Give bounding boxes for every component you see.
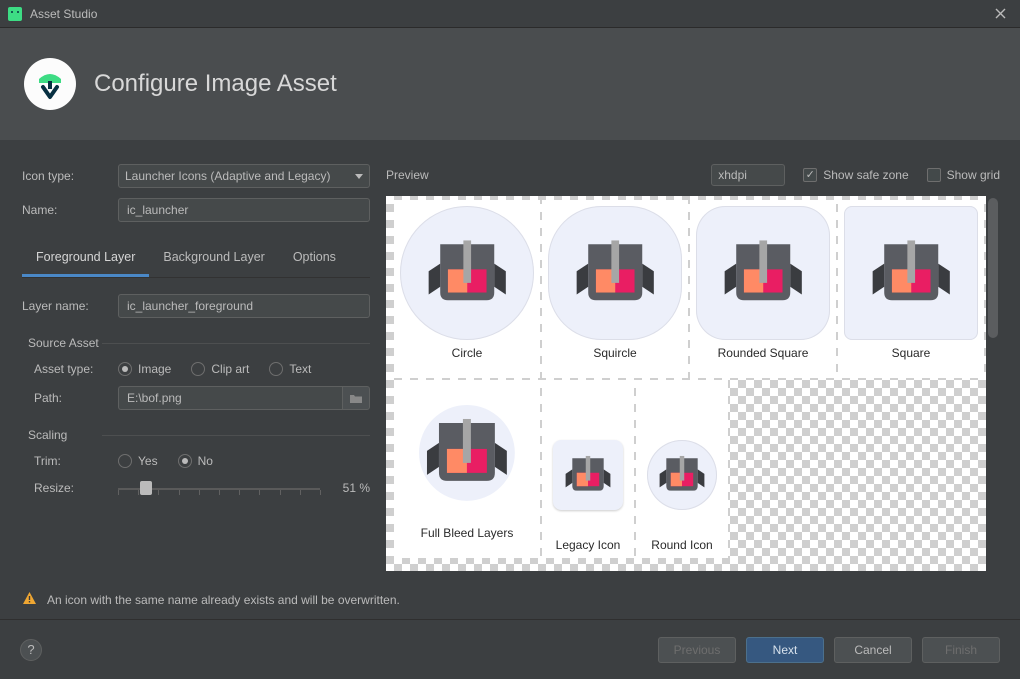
name-label: Name: bbox=[22, 203, 110, 217]
trim-no-label[interactable]: No bbox=[198, 454, 213, 468]
preview-squircle-caption: Squircle bbox=[593, 346, 636, 366]
page-header: Configure Image Asset bbox=[0, 28, 1020, 140]
preview-panel: Preview xhdpi Show safe zone Show grid bbox=[382, 140, 1020, 571]
preview-canvas: Circle Squircle Rounded Square bbox=[386, 196, 986, 571]
preview-square-caption: Square bbox=[892, 346, 931, 366]
preview-round: Round Icon bbox=[636, 380, 728, 558]
preview-scrollbar-thumb[interactable] bbox=[988, 198, 998, 338]
asset-type-text-radio[interactable] bbox=[269, 362, 283, 376]
asset-studio-icon bbox=[24, 58, 76, 110]
bottom-bar: ? Previous Next Cancel Finish bbox=[0, 619, 1020, 679]
trim-radios: Yes No bbox=[118, 454, 227, 468]
preview-legacy-caption: Legacy Icon bbox=[556, 538, 621, 558]
path-label: Path: bbox=[34, 391, 110, 405]
warning-row: An icon with the same name already exist… bbox=[0, 571, 1020, 619]
asset-type-text-label[interactable]: Text bbox=[289, 362, 311, 376]
asset-type-clipart-radio[interactable] bbox=[191, 362, 205, 376]
resize-slider-knob[interactable] bbox=[140, 481, 152, 495]
resize-label: Resize: bbox=[34, 481, 110, 495]
app-icon bbox=[8, 7, 22, 21]
preview-round-caption: Round Icon bbox=[651, 538, 712, 558]
finish-button[interactable]: Finish bbox=[922, 637, 1000, 663]
preview-rounded-square: Rounded Square bbox=[690, 200, 836, 378]
name-input[interactable] bbox=[118, 198, 370, 222]
layer-name-label: Layer name: bbox=[22, 299, 110, 313]
trim-yes-radio[interactable] bbox=[118, 454, 132, 468]
safe-zone-checkbox[interactable] bbox=[803, 168, 817, 182]
icon-type-label: Icon type: bbox=[22, 169, 110, 183]
show-grid-checkbox-row[interactable]: Show grid bbox=[927, 168, 1000, 182]
preview-circle-caption: Circle bbox=[452, 346, 483, 366]
tab-foreground-layer[interactable]: Foreground Layer bbox=[22, 244, 149, 277]
page-title: Configure Image Asset bbox=[94, 70, 337, 98]
preview-squircle: Squircle bbox=[542, 200, 688, 378]
tab-background-layer[interactable]: Background Layer bbox=[149, 244, 278, 277]
trim-yes-label[interactable]: Yes bbox=[138, 454, 158, 468]
asset-studio-window: Asset Studio Configure Image Asset Icon … bbox=[0, 0, 1020, 679]
body: Icon type: Launcher Icons (Adaptive and … bbox=[0, 140, 1020, 571]
density-select[interactable]: xhdpi bbox=[711, 164, 785, 186]
show-grid-checkbox[interactable] bbox=[927, 168, 941, 182]
trim-no-radio[interactable] bbox=[178, 454, 192, 468]
asset-type-label: Asset type: bbox=[34, 362, 110, 376]
layer-name-input[interactable] bbox=[118, 294, 370, 318]
browse-button[interactable] bbox=[342, 386, 370, 410]
preview-circle: Circle bbox=[394, 200, 540, 378]
trim-label: Trim: bbox=[34, 454, 110, 468]
next-button[interactable]: Next bbox=[746, 637, 824, 663]
asset-type-image-radio[interactable] bbox=[118, 362, 132, 376]
asset-type-clipart-label[interactable]: Clip art bbox=[211, 362, 249, 376]
preview-full-bleed-caption: Full Bleed Layers bbox=[421, 526, 514, 546]
safe-zone-checkbox-row[interactable]: Show safe zone bbox=[803, 168, 908, 182]
cancel-button[interactable]: Cancel bbox=[834, 637, 912, 663]
configure-panel: Icon type: Launcher Icons (Adaptive and … bbox=[0, 140, 382, 571]
show-grid-label: Show grid bbox=[947, 168, 1000, 182]
asset-type-radios: Image Clip art Text bbox=[118, 362, 325, 376]
scaling-section: Scaling bbox=[22, 428, 370, 442]
tab-options[interactable]: Options bbox=[279, 244, 350, 277]
asset-type-image-label[interactable]: Image bbox=[138, 362, 171, 376]
chevron-down-icon bbox=[355, 174, 363, 179]
source-asset-section: Source Asset bbox=[22, 336, 370, 350]
resize-slider[interactable] bbox=[118, 478, 320, 498]
close-icon[interactable] bbox=[988, 2, 1012, 26]
warning-icon bbox=[22, 591, 37, 609]
preview-label: Preview bbox=[386, 168, 429, 182]
resize-value: 51 % bbox=[328, 481, 370, 495]
help-button[interactable]: ? bbox=[20, 639, 42, 661]
icon-type-select[interactable]: Launcher Icons (Adaptive and Legacy) bbox=[118, 164, 370, 188]
safe-zone-label: Show safe zone bbox=[823, 168, 908, 182]
preview-scrollbar[interactable] bbox=[986, 196, 1000, 571]
layer-tabs: Foreground Layer Background Layer Option… bbox=[22, 244, 370, 278]
window-title: Asset Studio bbox=[30, 7, 988, 21]
icon-type-value: Launcher Icons (Adaptive and Legacy) bbox=[125, 169, 330, 183]
preview-legacy: Legacy Icon bbox=[542, 380, 634, 558]
preview-rounded-square-caption: Rounded Square bbox=[718, 346, 809, 366]
density-value: xhdpi bbox=[718, 168, 747, 182]
preview-full-bleed: Full Bleed Layers bbox=[394, 380, 540, 558]
path-input[interactable] bbox=[118, 386, 342, 410]
warning-text: An icon with the same name already exist… bbox=[47, 593, 400, 607]
titlebar: Asset Studio bbox=[0, 0, 1020, 28]
previous-button[interactable]: Previous bbox=[658, 637, 736, 663]
folder-icon bbox=[349, 393, 363, 404]
preview-square: Square bbox=[838, 200, 984, 378]
